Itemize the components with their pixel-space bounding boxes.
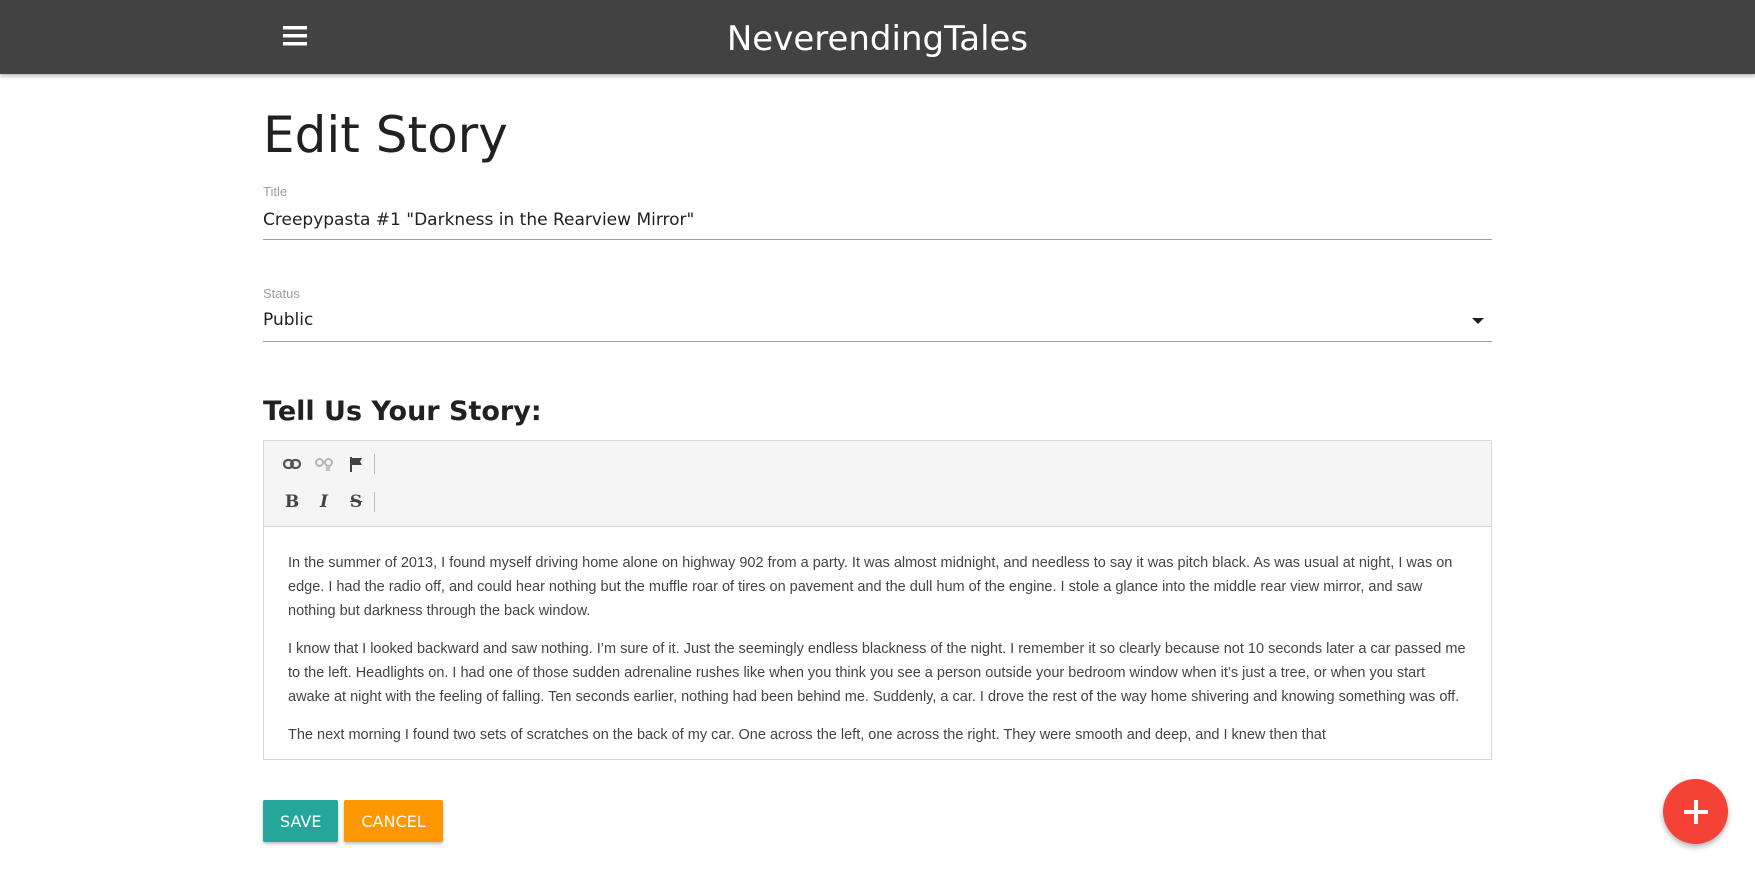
status-select[interactable]: Public <box>263 302 1492 342</box>
add-story-button[interactable] <box>1663 779 1728 844</box>
toolbar-row-links <box>276 449 375 479</box>
story-paragraph: The next morning I found two sets of scr… <box>288 727 1326 743</box>
status-selected-value: Public <box>263 310 314 330</box>
cancel-button[interactable]: Cancel <box>344 800 443 842</box>
brand-logo-container: NeverendingTales <box>0 0 1755 74</box>
link-icon[interactable] <box>276 450 308 478</box>
top-navbar: NeverendingTales <box>0 0 1755 74</box>
title-field: Title <box>263 184 1492 244</box>
caret-down-icon <box>1472 318 1484 324</box>
story-heading: Tell Us Your Story: <box>263 396 542 427</box>
page-title: Edit Story <box>263 106 508 164</box>
strikethrough-icon[interactable]: S <box>340 488 372 516</box>
editor-toolbar: B I S <box>264 441 1491 527</box>
toolbar-row-format: B I S <box>276 487 375 517</box>
status-label: Status <box>263 286 300 301</box>
rich-text-editor: B I S In the summer of 2013, I found mys… <box>263 440 1492 760</box>
title-label: Title <box>263 184 288 199</box>
toolbar-separator <box>374 492 375 512</box>
bold-icon[interactable]: B <box>276 488 308 516</box>
italic-glyph: I <box>320 492 328 512</box>
unlink-icon[interactable] <box>308 450 340 478</box>
strikethrough-glyph: S <box>349 492 363 512</box>
brand-logo[interactable]: NeverendingTales <box>727 19 1028 59</box>
flag-icon[interactable] <box>340 450 372 478</box>
editor-content[interactable]: In the summer of 2013, I found myself dr… <box>264 527 1491 759</box>
story-paragraph: I know that I looked backward and saw no… <box>288 641 1466 705</box>
toolbar-separator <box>374 454 375 474</box>
title-input[interactable] <box>263 200 1492 240</box>
italic-icon[interactable]: I <box>308 488 340 516</box>
story-paragraph: In the summer of 2013, I found myself dr… <box>288 555 1453 619</box>
status-field: Status Public <box>263 286 1492 346</box>
hamburger-menu-icon[interactable] <box>280 20 312 52</box>
save-button[interactable]: Save <box>263 800 338 842</box>
bold-glyph: B <box>284 492 300 512</box>
plus-icon <box>1683 799 1708 824</box>
